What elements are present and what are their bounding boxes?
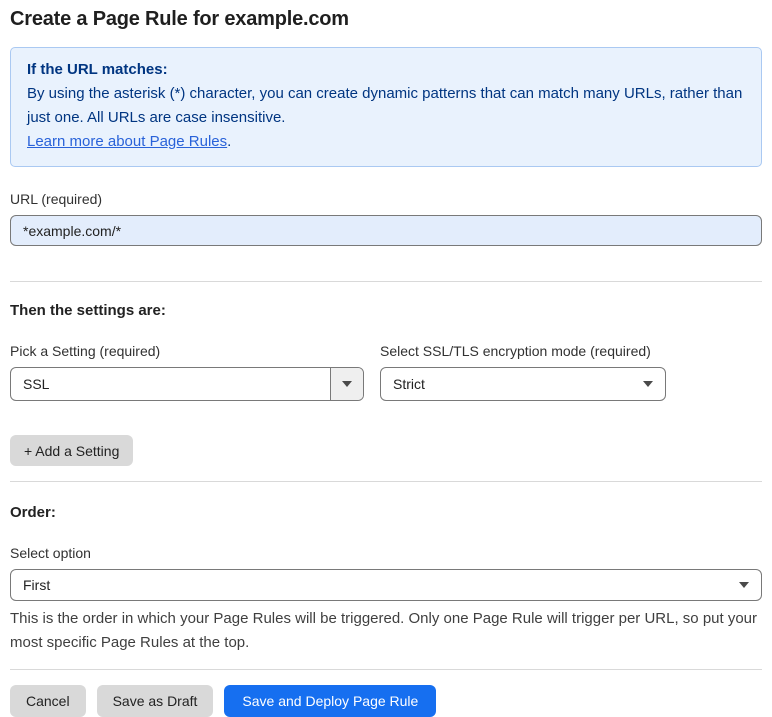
url-field-label: URL (required) <box>10 191 103 207</box>
page-rule-form: Create a Page Rule for example.com If th… <box>0 0 772 717</box>
chevron-down-icon <box>643 381 653 387</box>
order-select[interactable]: First <box>10 569 762 601</box>
chevron-down-icon <box>739 582 749 588</box>
chevron-down-icon <box>342 381 352 387</box>
settings-section-heading: Then the settings are: <box>10 302 166 319</box>
order-select-arrow <box>739 582 761 588</box>
url-input[interactable] <box>10 215 762 246</box>
divider <box>10 481 762 482</box>
mode-select-label: Select SSL/TLS encryption mode (required… <box>380 343 651 359</box>
info-box-heading: If the URL matches: <box>27 61 168 78</box>
mode-select-column: Select SSL/TLS encryption mode (required… <box>380 343 666 401</box>
footer-actions: Cancel Save as Draft Save and Deploy Pag… <box>10 685 762 717</box>
info-box-link-line: Learn more about Page Rules. <box>27 130 745 154</box>
settings-row: Pick a Setting (required) SSL Select SSL… <box>10 343 762 401</box>
order-help-text: This is the order in which your Page Rul… <box>10 610 758 651</box>
divider <box>10 281 762 282</box>
info-box-body: By using the asterisk (*) character, you… <box>27 85 743 126</box>
learn-more-link[interactable]: Learn more about Page Rules <box>27 133 227 150</box>
add-setting-button[interactable]: + Add a Setting <box>10 435 134 466</box>
save-draft-button[interactable]: Save as Draft <box>96 685 214 717</box>
setting-select-label: Pick a Setting (required) <box>10 343 161 359</box>
setting-select-column: Pick a Setting (required) SSL <box>10 343 364 401</box>
setting-select[interactable]: SSL <box>10 367 364 401</box>
save-deploy-button[interactable]: Save and Deploy Page Rule <box>224 685 437 717</box>
cancel-button[interactable]: Cancel <box>10 685 86 717</box>
setting-select-arrow-button[interactable] <box>330 368 363 400</box>
order-select-value: First <box>23 577 51 593</box>
divider <box>10 669 762 670</box>
mode-select-arrow <box>643 381 665 387</box>
mode-select-value: Strict <box>393 376 425 392</box>
link-suffix: . <box>227 133 232 150</box>
page-title: Create a Page Rule for example.com <box>10 8 349 30</box>
order-select-label: Select option <box>10 545 91 561</box>
setting-select-value: SSL <box>23 376 50 392</box>
mode-select[interactable]: Strict <box>380 367 666 401</box>
url-match-info-box: If the URL matches: By using the asteris… <box>10 47 762 167</box>
order-section-heading: Order: <box>10 504 56 521</box>
